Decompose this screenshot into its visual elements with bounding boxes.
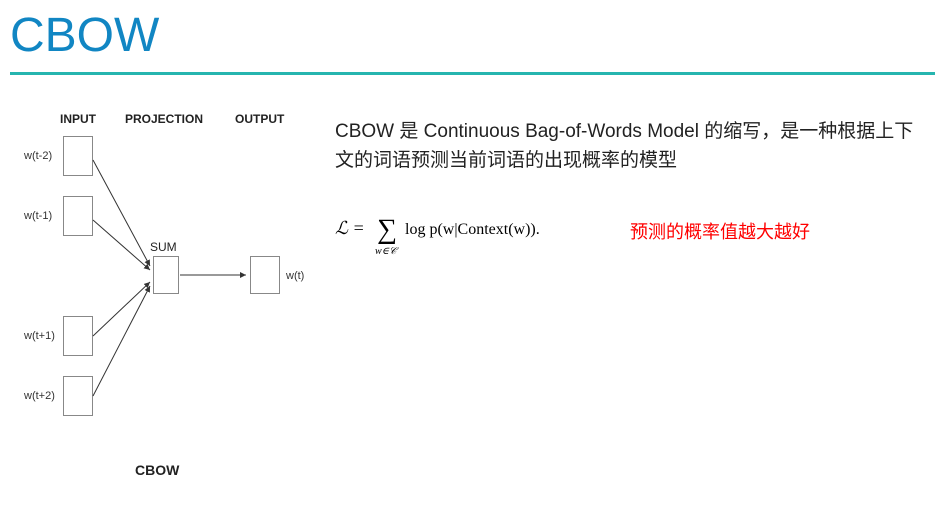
formula-subscript: w∈𝒞 <box>375 246 399 257</box>
formula: ℒ = ∑ w∈𝒞 log p(w|Context(w)). <box>335 210 615 260</box>
formula-sum: ∑ <box>377 214 397 245</box>
cbow-diagram: INPUT PROJECTION OUTPUT w(t-2) w(t-1) w(… <box>10 100 330 490</box>
formula-lhs: ℒ = <box>335 218 365 238</box>
diagram-arrows <box>10 100 330 490</box>
formula-rhs: log p(w|Context(w)). <box>405 221 540 238</box>
title-underline <box>10 72 935 75</box>
red-annotation: 预测的概率值越大越好 <box>630 218 810 244</box>
description-text: CBOW 是 Continuous Bag-of-Words Model 的缩写… <box>335 118 925 175</box>
page-title: CBOW <box>10 8 159 63</box>
